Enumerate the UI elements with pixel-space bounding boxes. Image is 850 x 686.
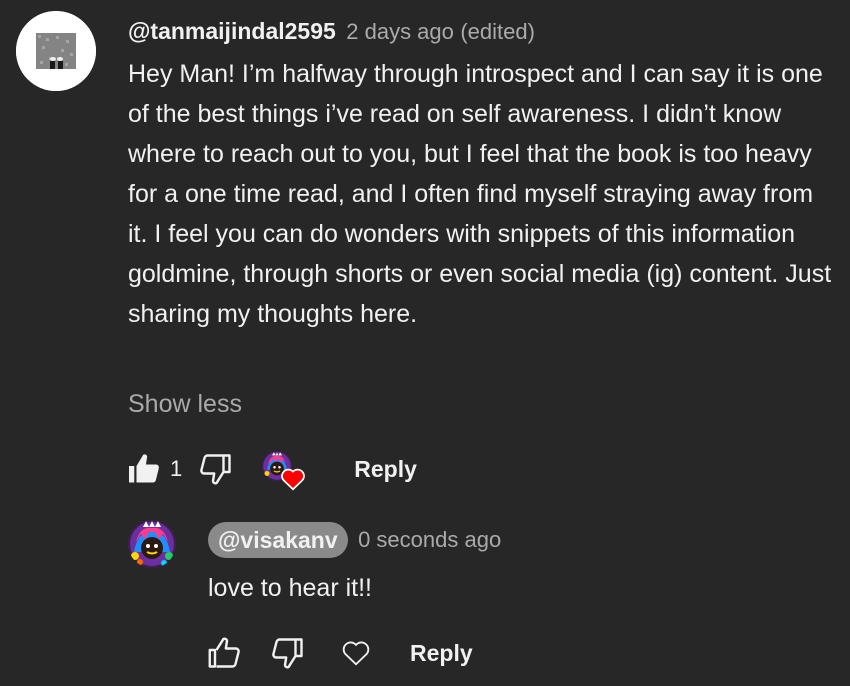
comment-author[interactable]: @tanmaijindal2595 <box>128 18 336 44</box>
thumbs-down-outline-icon <box>272 638 303 669</box>
like-count: 1 <box>170 456 183 481</box>
heart-outline-icon <box>342 641 370 666</box>
reply-header: @visakanv 0 seconds ago <box>208 522 828 558</box>
show-less-button[interactable]: Show less <box>128 388 242 420</box>
commenter-avatar-image <box>16 11 96 91</box>
reply-timestamp[interactable]: 0 seconds ago <box>358 527 501 552</box>
reply-author-chip[interactable]: @visakanv <box>208 522 348 558</box>
reply-like-button[interactable] <box>204 633 244 673</box>
reply-text: love to hear it!! <box>208 574 372 602</box>
reply-action-bar: Reply <box>204 631 473 675</box>
like-button[interactable] <box>124 449 164 489</box>
reply-heart-button[interactable] <box>336 633 376 673</box>
comment-action-bar: 1 Reply <box>124 447 417 491</box>
comment-header: @tanmaijindal2595 2 days ago (edited) <box>128 14 833 48</box>
dislike-button[interactable] <box>196 449 236 489</box>
reply-avatar[interactable] <box>128 520 176 568</box>
comment-thread: @tanmaijindal2595 2 days ago (edited) He… <box>0 0 850 686</box>
thumbs-down-outline-icon <box>200 454 231 485</box>
reply-avatar-image <box>128 520 176 568</box>
comment-content: @tanmaijindal2595 2 days ago (edited) He… <box>128 14 833 334</box>
reply-dislike-button[interactable] <box>268 633 308 673</box>
commenter-avatar[interactable] <box>16 11 96 91</box>
comment-timestamp[interactable]: 2 days ago <box>346 19 454 44</box>
reply-reply-button[interactable]: Reply <box>410 640 473 667</box>
thumbs-up-filled-icon <box>129 454 159 483</box>
reply-content: @visakanv 0 seconds ago love to hear it!… <box>208 522 828 608</box>
comment-text: Hey Man! I’m halfway through introspect … <box>128 60 832 328</box>
creator-heart-badge[interactable] <box>262 447 308 491</box>
reply-button[interactable]: Reply <box>354 456 417 483</box>
thumbs-up-outline-icon <box>208 637 240 668</box>
edited-label: (edited) <box>460 19 535 44</box>
red-heart-icon <box>281 468 306 491</box>
